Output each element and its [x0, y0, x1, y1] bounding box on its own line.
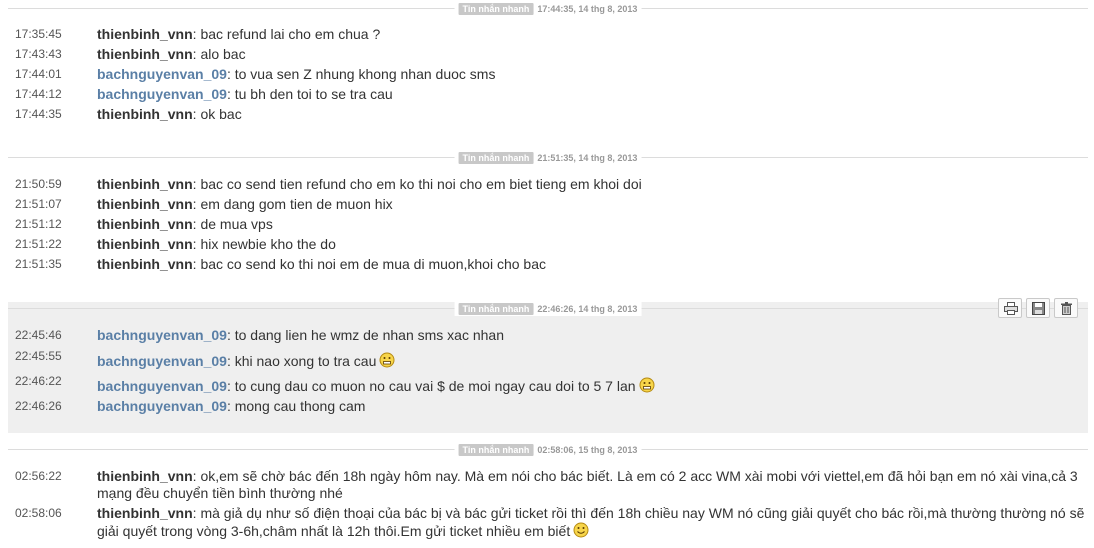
message-text: : bac refund lai cho em chua ?: [192, 26, 381, 42]
session-tag: Tin nhắn nhanh: [458, 152, 534, 164]
message-sender[interactable]: thienbinh_vnn: [97, 256, 193, 272]
delete-button[interactable]: [1054, 298, 1078, 318]
message-text: : khi nao xong to tra cau: [226, 353, 377, 369]
message-sender[interactable]: bachnguyenvan_09: [97, 66, 227, 82]
message-sender[interactable]: thienbinh_vnn: [97, 196, 193, 212]
message-text: : to cung dau co muon no cau vai $ de mo…: [226, 378, 636, 394]
session-divider: Tin nhắn nhanh 17:44:35, 14 thg 8, 2013: [8, 2, 1088, 16]
message-time: 02:56:22: [15, 469, 62, 483]
message-text: : em dang gom tien de muon hix: [192, 196, 393, 212]
message-text: : to dang lien he wmz de nhan sms xac nh…: [226, 327, 504, 343]
message-time: 21:51:22: [15, 237, 62, 251]
message-time: 17:44:12: [15, 87, 62, 101]
message-sender[interactable]: thienbinh_vnn: [97, 46, 193, 62]
message-text: : alo bac: [192, 46, 246, 62]
message-time: 17:43:43: [15, 47, 62, 61]
session-tag: Tin nhắn nhanh: [458, 3, 534, 15]
message-text: : to vua sen Z nhung khong nhan duoc sms: [226, 66, 496, 82]
message-time: 17:44:01: [15, 67, 62, 81]
message-time: 22:46:22: [15, 374, 62, 388]
session-divider: Tin nhắn nhanh 21:51:35, 14 thg 8, 2013: [8, 151, 1088, 165]
worried-emoticon-icon: [379, 352, 395, 368]
message-text: : tu bh den toi to se tra cau: [226, 86, 393, 102]
message-text: : ok bac: [192, 106, 242, 122]
message-time: 22:45:55: [15, 349, 62, 363]
message-sender[interactable]: thienbinh_vnn: [97, 106, 193, 122]
message-text: : hix newbie kho the do: [192, 236, 336, 252]
message-text: : ok,em sẽ chờ bác đến 18h ngày hôm nay.…: [97, 468, 1078, 501]
message-time: 21:50:59: [15, 177, 62, 191]
save-button[interactable]: [1026, 298, 1050, 318]
message-text: : bac co send tien refund cho em ko thi …: [192, 176, 642, 192]
message-sender[interactable]: thienbinh_vnn: [97, 468, 193, 484]
message-sender[interactable]: thienbinh_vnn: [97, 216, 193, 232]
message-sender[interactable]: bachnguyenvan_09: [97, 327, 227, 343]
session-timestamp: 21:51:35, 14 thg 8, 2013: [537, 153, 638, 163]
message-sender[interactable]: bachnguyenvan_09: [97, 378, 227, 394]
session-timestamp: 02:58:06, 15 thg 8, 2013: [537, 445, 638, 455]
print-icon: [1004, 302, 1018, 315]
message-text: : mà giả dụ như số điện thoại của bác bị…: [97, 505, 1085, 539]
message-time: 21:51:07: [15, 197, 62, 211]
message-sender[interactable]: thienbinh_vnn: [97, 505, 193, 521]
message-sender[interactable]: bachnguyenvan_09: [97, 398, 227, 414]
delete-icon: [1061, 302, 1072, 315]
message-time: 17:44:35: [15, 107, 62, 121]
save-icon: [1032, 302, 1045, 315]
session-tag: Tin nhắn nhanh: [458, 444, 534, 456]
session-timestamp: 17:44:35, 14 thg 8, 2013: [537, 4, 638, 14]
message-time: 17:35:45: [15, 27, 62, 41]
message-sender[interactable]: thienbinh_vnn: [97, 26, 193, 42]
message-text: : mong cau thong cam: [226, 398, 366, 414]
print-button[interactable]: [998, 298, 1022, 318]
message-text: : bac co send ko thi noi em de mua di mu…: [192, 256, 546, 272]
message-text: : de mua vps: [192, 216, 273, 232]
message-time: 21:51:12: [15, 217, 62, 231]
message-sender[interactable]: bachnguyenvan_09: [97, 353, 227, 369]
message-sender[interactable]: thienbinh_vnn: [97, 236, 193, 252]
message-time: 02:58:06: [15, 506, 62, 520]
message-sender[interactable]: bachnguyenvan_09: [97, 86, 227, 102]
session-divider: Tin nhắn nhanh 22:46:26, 14 thg 8, 2013: [8, 302, 1088, 316]
session-timestamp: 22:46:26, 14 thg 8, 2013: [537, 304, 638, 314]
message-time: 21:51:35: [15, 257, 62, 271]
session-divider: Tin nhắn nhanh 02:58:06, 15 thg 8, 2013: [8, 443, 1088, 457]
worried-emoticon-icon: [639, 377, 655, 393]
message-sender[interactable]: thienbinh_vnn: [97, 176, 193, 192]
message-time: 22:46:26: [15, 399, 62, 413]
message-time: 22:45:46: [15, 328, 62, 342]
smile-emoticon-icon: [573, 522, 589, 538]
session-tag: Tin nhắn nhanh: [458, 303, 534, 315]
